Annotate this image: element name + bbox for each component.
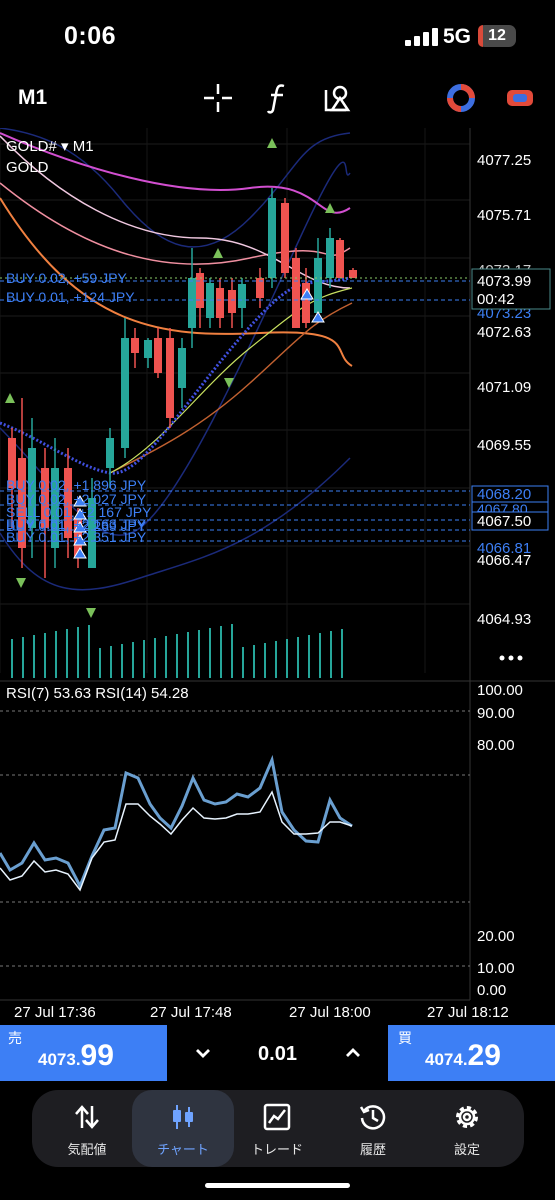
position-label: BUY 0.01, +124 JPY (6, 289, 135, 305)
price-tick: 4069.55 (477, 437, 531, 454)
order-price-tags: 4068.20 4067.80 4067.50 (471, 485, 549, 531)
current-price-tag: 4073.99 00:42 (471, 268, 551, 310)
sell-price-pips: 99 (80, 1039, 114, 1072)
price-chart[interactable]: GOLD# ▾ M1 GOLD 4077.25 4075.71 4072.63 … (0, 128, 555, 1025)
svg-text:80.00: 80.00 (477, 737, 515, 754)
tab-bar: 気配値 チャート トレード 履歴 設定 (32, 1090, 524, 1167)
settings-icon (456, 1106, 478, 1128)
objects-icon[interactable] (320, 80, 356, 116)
sell-price-main: 4073. (38, 1050, 81, 1069)
sell-button[interactable]: 売 4073.99 (0, 1025, 167, 1081)
battery-icon: 12 (478, 25, 516, 47)
tab-quotes[interactable]: 気配値 (38, 1090, 136, 1167)
chart-icon (173, 1105, 193, 1129)
symbol-description: GOLD (6, 159, 49, 176)
svg-text:100.00: 100.00 (477, 682, 523, 699)
position-labels-bottom: BUY 0.02, +1 896 JPY BUY 0.02, +2 027 JP… (6, 477, 152, 545)
position-label: BUY 0.02, +59 JPY (6, 270, 127, 286)
window-switch-icon[interactable] (502, 80, 538, 116)
bar-countdown: 00:42 (477, 291, 515, 308)
more-icon[interactable] (499, 655, 523, 661)
buy-label: 買 (398, 1030, 412, 1046)
tab-label: 気配値 (67, 1142, 107, 1157)
time-axis: 27 Jul 17:36 27 Jul 17:48 27 Jul 18:00 2… (14, 1004, 509, 1021)
symbol-label: GOLD# ▾ M1 (6, 138, 94, 155)
rsi-label: RSI(7) 53.63 RSI(14) 54.28 (6, 685, 189, 702)
trade-icon (263, 1103, 291, 1131)
position-label: BUY 0.01, +2 351 JPY (6, 529, 147, 545)
history-icon (359, 1105, 386, 1130)
price-axis: 4077.25 4075.71 4072.63 4071.09 4069.55 … (477, 152, 531, 628)
crosshair-icon[interactable] (200, 80, 236, 116)
svg-text:10.00: 10.00 (477, 960, 515, 977)
battery-level: 12 (488, 27, 506, 44)
status-bar: 0:06 5G 12 (0, 0, 555, 75)
function-icon[interactable] (260, 80, 296, 116)
quotes-icon (75, 1105, 99, 1129)
svg-text:0.00: 0.00 (477, 982, 506, 999)
chevron-down-icon[interactable] (190, 1040, 216, 1066)
time-tick: 27 Jul 18:00 (289, 1004, 371, 1021)
rsi-axis: 100.00 90.00 80.00 20.00 10.00 0.00 (477, 682, 523, 999)
volume-bars (11, 624, 343, 678)
buy-price-pips: 29 (467, 1039, 501, 1072)
tab-label: チャート (157, 1142, 209, 1157)
svg-text:20.00: 20.00 (477, 928, 515, 945)
indicator-ring-icon[interactable] (443, 80, 479, 116)
price-tick: 4071.09 (477, 379, 531, 396)
tab-label: 設定 (453, 1142, 480, 1157)
chart-grid (0, 128, 555, 1001)
tab-label: トレード (250, 1142, 303, 1157)
position-labels-top: BUY 0.02, +59 JPY BUY 0.01, +124 JPY (6, 270, 135, 305)
tab-chart[interactable]: チャート (132, 1090, 234, 1167)
current-price: 4073.99 (477, 273, 531, 290)
network-type: 5G (443, 25, 472, 48)
time-tick: 27 Jul 17:48 (150, 1004, 232, 1021)
buy-price-main: 4074. (425, 1050, 468, 1069)
status-time: 0:06 (64, 22, 117, 50)
signal-icon (405, 28, 438, 46)
price-tick: 4075.71 (477, 207, 531, 224)
rsi-panel (0, 754, 353, 892)
price-tick: 4077.25 (477, 152, 531, 169)
time-tick: 27 Jul 17:36 (14, 1004, 96, 1021)
buy-button[interactable]: 買 4074.29 (388, 1025, 555, 1081)
price-tick: 4066.81 (477, 540, 531, 557)
tab-label: 履歴 (359, 1142, 386, 1157)
tab-settings[interactable]: 設定 (418, 1090, 516, 1167)
home-indicator (205, 1183, 350, 1188)
chevron-up-icon[interactable] (340, 1040, 366, 1066)
order-tag: 4067.50 (477, 513, 531, 530)
lot-size[interactable]: 0.01 (230, 1043, 325, 1066)
svg-text:90.00: 90.00 (477, 705, 515, 722)
tab-history[interactable]: 履歴 (324, 1090, 422, 1167)
tab-trade[interactable]: トレード (228, 1090, 326, 1167)
timeframe-button[interactable]: M1 (18, 86, 47, 110)
price-tick: 4072.63 (477, 324, 531, 341)
sell-label: 売 (8, 1030, 22, 1046)
time-tick: 27 Jul 18:12 (427, 1004, 509, 1021)
price-tick: 4064.93 (477, 611, 531, 628)
